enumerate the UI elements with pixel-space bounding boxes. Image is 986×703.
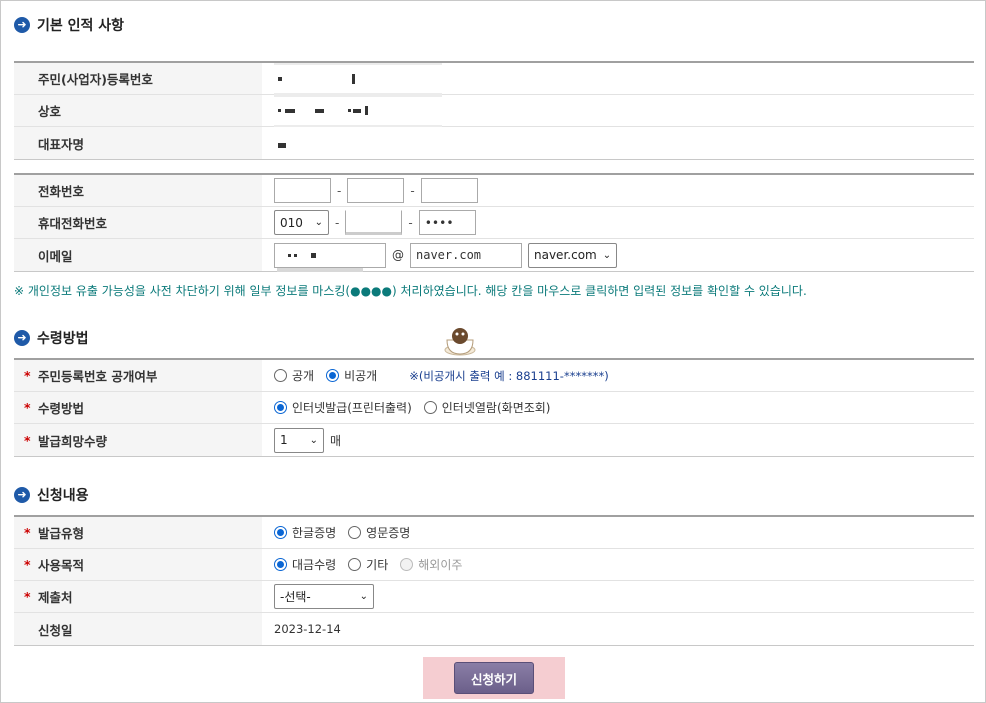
required-mark: * — [24, 525, 31, 540]
quantity-label: 발급희망수량 — [38, 433, 108, 449]
representative-masked[interactable] — [274, 127, 442, 159]
email-domain-input[interactable]: naver.com — [410, 242, 522, 268]
coffee-cup-logo-icon — [444, 328, 476, 356]
basic-info-table: 주민(사업자)등록번호 상호 대표자명 — [14, 61, 974, 160]
company-name-row: 상호 — [14, 94, 974, 127]
section-basic-label: 기본 인적 사항 — [37, 18, 125, 34]
id-number-row: 주민(사업자)등록번호 — [14, 62, 974, 95]
disclosure-row: * 주민등록번호 공개여부 공개 비공개 ※(비공개시 출력 예 : 88111… — [14, 360, 974, 392]
method-print-radio[interactable]: 인터넷발급(프린터출력) — [274, 399, 412, 416]
cert-type-row: * 발급유형 한글증명 영문증명 — [14, 517, 974, 549]
quantity-select[interactable]: 1 ⌄ — [274, 427, 324, 453]
submit-area: 신청하기 — [423, 657, 565, 699]
disclosure-public-radio[interactable]: 공개 — [274, 367, 314, 384]
mobile-prefix-select[interactable]: 010 ⌄ — [274, 210, 329, 235]
section-basic-title: ➜ 기본 인적 사항 — [14, 15, 124, 35]
chevron-down-icon: ⌄ — [359, 591, 368, 602]
mobile-last-input[interactable]: •••• — [418, 210, 476, 235]
circle-arrow-right-icon: ➜ — [14, 330, 30, 346]
request-date-row: 신청일 2023-12-14 — [14, 613, 974, 645]
email-row: 이메일 @ naver.com naver.com ⌄ — [14, 239, 974, 272]
circle-arrow-right-icon: ➜ — [14, 487, 30, 503]
company-name-masked[interactable] — [274, 94, 442, 127]
circle-arrow-right-icon: ➜ — [14, 17, 30, 33]
cert-english-radio[interactable]: 영문증명 — [348, 524, 410, 541]
purpose-row: * 사용목적 대금수령 기타 해외이주 — [14, 549, 974, 581]
required-mark: * — [24, 432, 31, 448]
submit-to-label: 제출처 — [38, 590, 73, 605]
disclosure-private-radio[interactable]: 비공개 — [326, 367, 377, 384]
purpose-emigration-radio: 해외이주 — [400, 556, 462, 573]
required-mark: * — [24, 368, 31, 383]
request-date-label: 신청일 — [14, 613, 262, 645]
required-mark: * — [24, 557, 31, 572]
submit-button[interactable]: 신청하기 — [454, 662, 534, 694]
phone-part1-input[interactable] — [274, 178, 331, 203]
mobile-row: 휴대전화번호 010 ⌄ - - •••• — [14, 207, 974, 239]
required-mark: * — [24, 589, 31, 604]
request-date-value: 2023-12-14 — [274, 622, 341, 636]
section-receipt-label: 수령방법 — [37, 331, 89, 347]
quantity-row: * 발급희망수량 1 ⌄ 매 — [14, 424, 974, 456]
company-name-label: 상호 — [14, 95, 262, 126]
chevron-down-icon: ⌄ — [309, 434, 318, 446]
required-mark: * — [24, 400, 31, 415]
submit-to-select[interactable]: -선택- ⌄ — [274, 584, 374, 609]
id-number-label: 주민(사업자)등록번호 — [14, 63, 262, 94]
purpose-payment-radio[interactable]: 대금수령 — [274, 556, 336, 573]
email-id-input[interactable] — [274, 242, 386, 272]
receipt-table: * 주민등록번호 공개여부 공개 비공개 ※(비공개시 출력 예 : 88111… — [14, 358, 974, 457]
chevron-down-icon: ⌄ — [602, 249, 612, 261]
section-request-title: ➜ 신청내용 — [14, 485, 89, 505]
disclosure-label: 주민등록번호 공개여부 — [38, 369, 158, 384]
mobile-label: 휴대전화번호 — [14, 207, 262, 238]
cert-korean-radio[interactable]: 한글증명 — [274, 524, 336, 541]
quantity-unit: 매 — [330, 433, 342, 448]
purpose-other-radio[interactable]: 기타 — [348, 556, 388, 573]
submit-to-row: * 제출처 -선택- ⌄ — [14, 581, 974, 613]
section-receipt-title: ➜ 수령방법 — [14, 328, 89, 348]
id-number-masked[interactable] — [274, 62, 442, 95]
representative-row: 대표자명 — [14, 127, 974, 159]
contact-table: 전화번호 - - 휴대전화번호 010 ⌄ - - •••• 이메일 @ nav… — [14, 173, 974, 272]
email-domain-select[interactable]: naver.com ⌄ — [528, 242, 617, 268]
mobile-middle-input[interactable] — [345, 210, 403, 235]
request-table: * 발급유형 한글증명 영문증명 * 사용목적 대금수령 기타 해외이주 * 제… — [14, 515, 974, 646]
phone-label: 전화번호 — [14, 175, 262, 206]
cert-type-label: 발급유형 — [38, 526, 85, 541]
masking-notice: ※ 개인정보 유출 가능성을 사전 차단하기 위해 일부 정보를 마스킹(●●●… — [14, 284, 807, 298]
phone-row: 전화번호 - - — [14, 175, 974, 207]
phone-part2-input[interactable] — [347, 178, 405, 203]
email-label: 이메일 — [14, 239, 262, 271]
method-view-radio[interactable]: 인터넷열람(화면조회) — [423, 399, 551, 416]
section-request-label: 신청내용 — [37, 488, 89, 504]
purpose-label: 사용목적 — [38, 558, 85, 573]
method-label: 수령방법 — [38, 401, 85, 416]
method-row: * 수령방법 인터넷발급(프린터출력) 인터넷열람(화면조회) — [14, 392, 974, 424]
chevron-down-icon: ⌄ — [314, 217, 323, 228]
disclosure-note: ※(비공개시 출력 예 : 881111-*******) — [409, 368, 609, 383]
representative-label: 대표자명 — [14, 127, 262, 159]
phone-part3-input[interactable] — [420, 178, 478, 203]
